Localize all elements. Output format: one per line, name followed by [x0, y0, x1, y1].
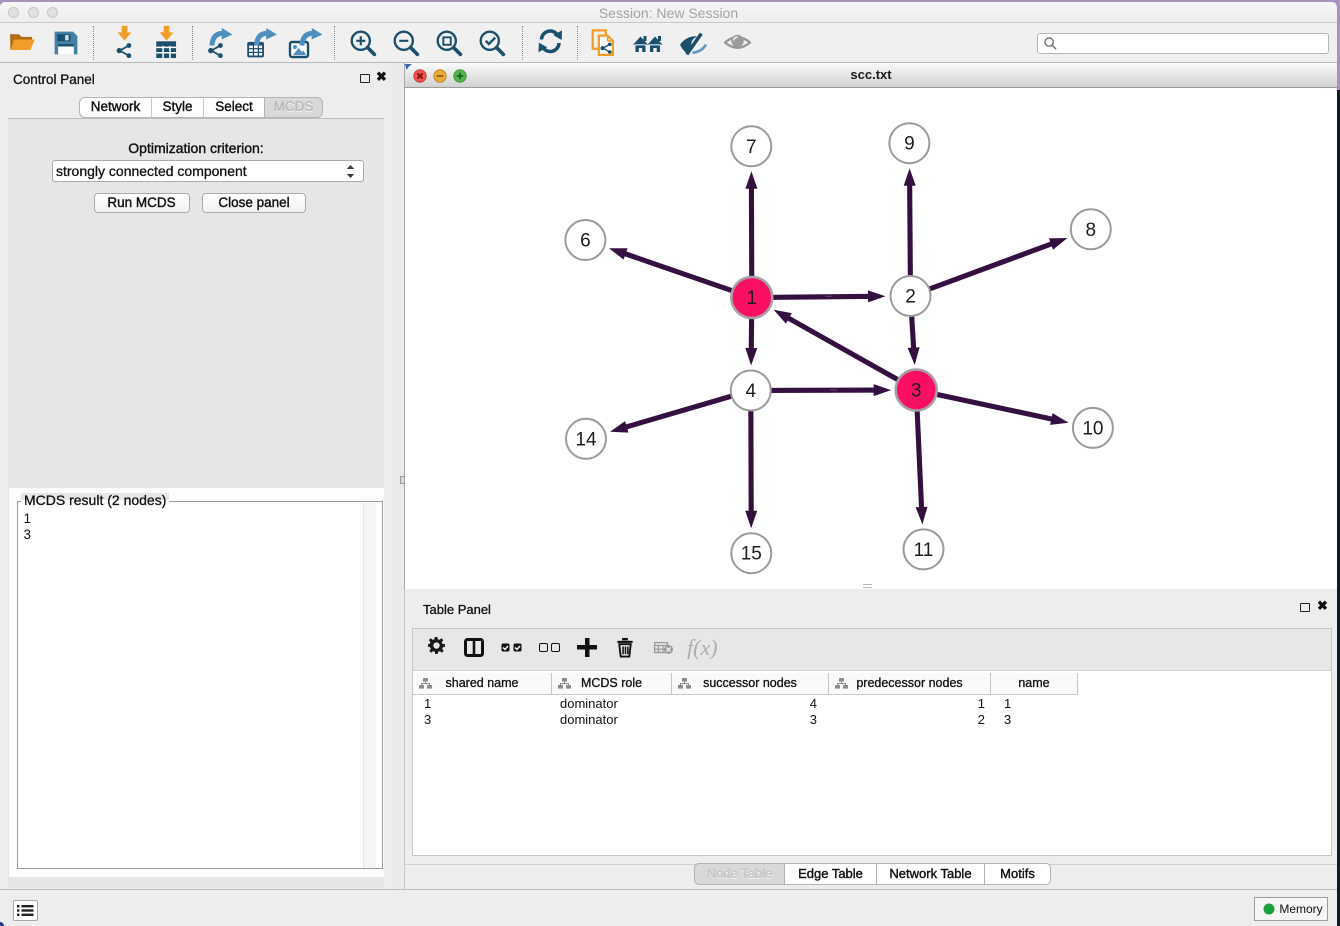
svg-text:3: 3	[911, 381, 922, 402]
svg-text:7: 7	[746, 137, 757, 158]
svg-text:14: 14	[575, 429, 597, 450]
svg-text:2: 2	[905, 287, 916, 308]
svg-text:1: 1	[747, 288, 758, 309]
svg-text:15: 15	[741, 544, 762, 565]
svg-text:6: 6	[580, 231, 591, 252]
svg-text:4: 4	[746, 381, 757, 402]
svg-text:9: 9	[904, 134, 915, 155]
svg-text:10: 10	[1082, 418, 1103, 439]
svg-text:8: 8	[1086, 220, 1097, 241]
svg-text:11: 11	[914, 540, 934, 561]
